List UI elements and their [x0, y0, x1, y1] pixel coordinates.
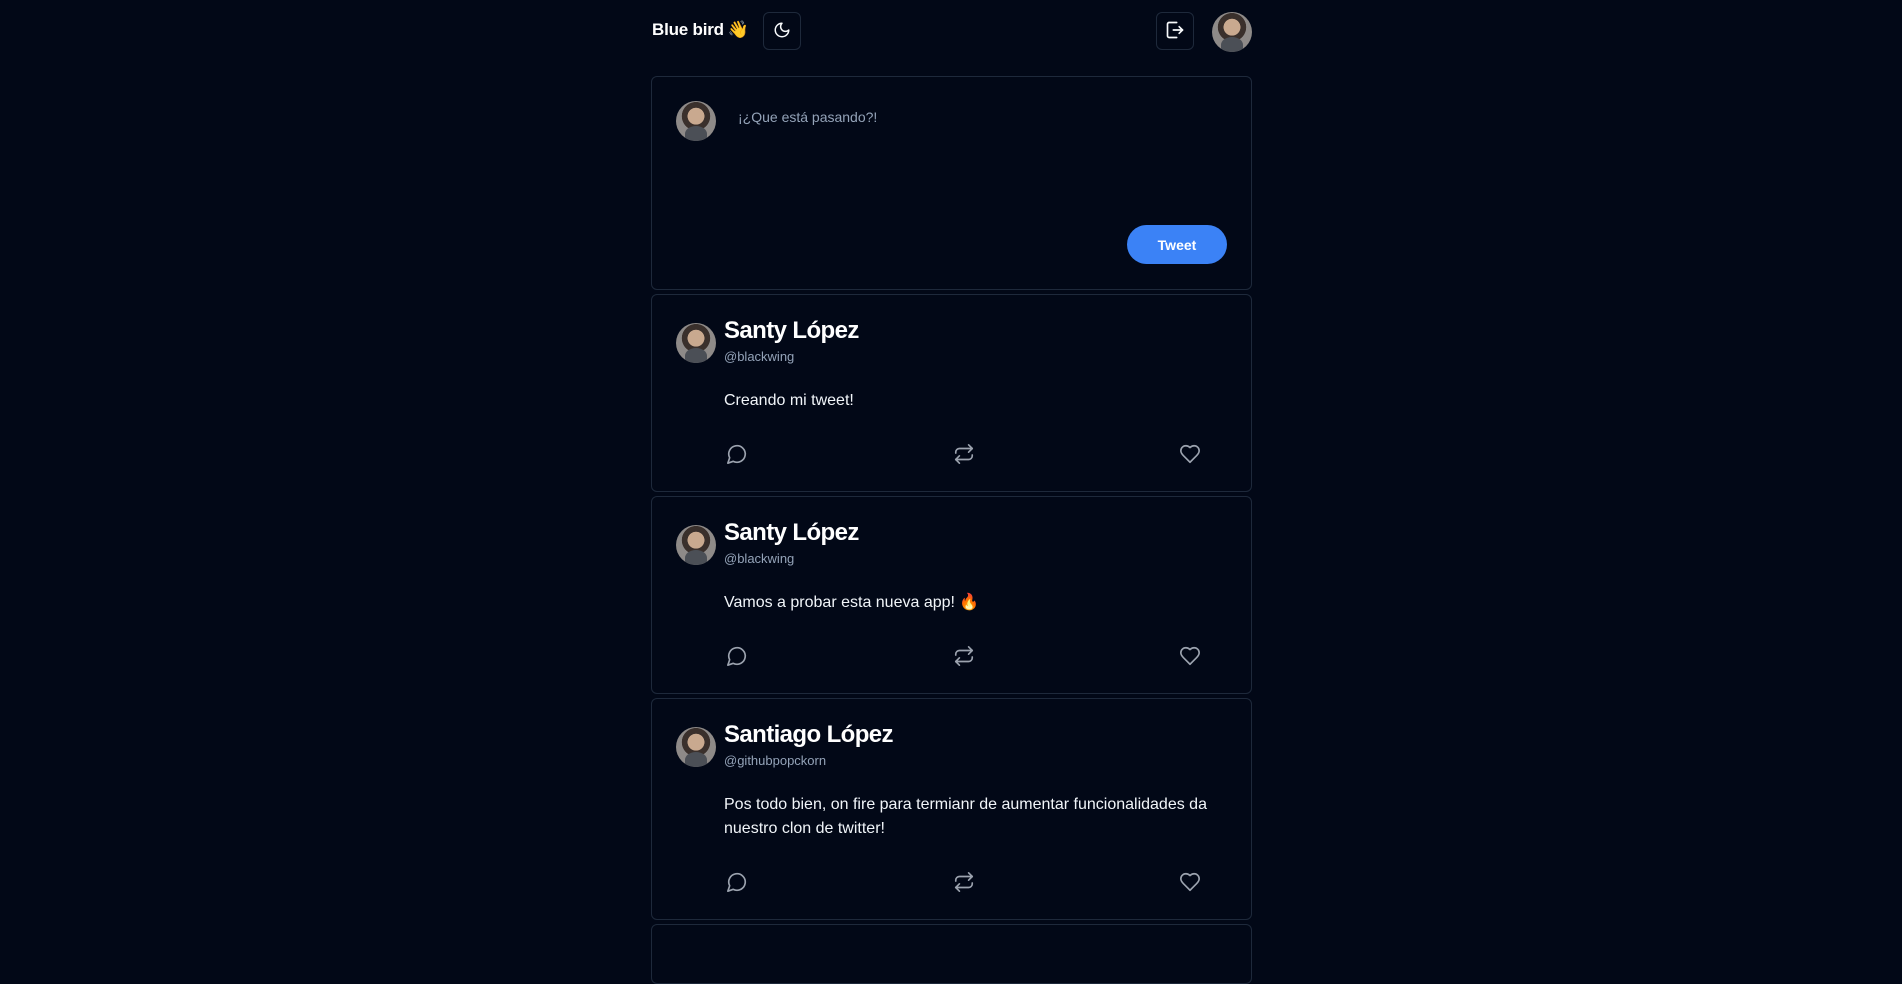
like-button[interactable] — [1177, 441, 1203, 467]
tweet-actions — [724, 869, 1203, 895]
post-avatar[interactable] — [676, 323, 716, 363]
comment-icon — [727, 646, 747, 666]
post-avatar[interactable] — [676, 525, 716, 565]
author-handle[interactable]: @githubpopckorn — [724, 753, 826, 768]
tweet-actions — [724, 441, 1203, 467]
retweet-button[interactable] — [951, 869, 977, 895]
retweet-icon — [954, 444, 974, 464]
comment-button[interactable] — [724, 869, 750, 895]
author-name[interactable]: Santiago López — [724, 721, 894, 749]
author-name[interactable]: Santy López — [724, 519, 859, 547]
like-button[interactable] — [1177, 643, 1203, 669]
comment-icon — [727, 872, 747, 892]
like-button[interactable] — [1177, 869, 1203, 895]
tweet-card-partial — [651, 924, 1252, 984]
tweet-composer: Tweet — [651, 76, 1252, 290]
logout-icon — [1165, 20, 1185, 43]
comment-button[interactable] — [724, 441, 750, 467]
tweet-card: Santy López @blackwing Vamos a probar es… — [651, 496, 1252, 694]
tweet-card: Santiago López @githubpopckorn Pos todo … — [651, 698, 1252, 920]
heart-icon — [1180, 444, 1200, 464]
heart-icon — [1180, 872, 1200, 892]
tweet-card: Santy López @blackwing Creando mi tweet! — [651, 294, 1252, 492]
top-bar: Blue bird 👋 — [651, 0, 1252, 64]
waving-hand-emoji: 👋 — [727, 20, 749, 39]
author-handle[interactable]: @blackwing — [724, 551, 794, 566]
brand[interactable]: Blue bird 👋 — [652, 20, 749, 40]
post-avatar[interactable] — [676, 727, 716, 767]
comment-button[interactable] — [724, 643, 750, 669]
retweet-button[interactable] — [951, 643, 977, 669]
retweet-icon — [954, 872, 974, 892]
app-container: Blue bird👋 Tweet Sant — [651, 0, 1252, 984]
tweet-text: Pos todo bien, on fire para termianr de … — [724, 796, 1207, 837]
author-handle[interactable]: @blackwing — [724, 349, 794, 364]
moon-icon — [773, 21, 791, 42]
retweet-icon — [954, 646, 974, 666]
author-name[interactable]: Santy López — [724, 317, 859, 345]
tweet-text: Vamos a probar esta nueva app! 🔥 — [724, 594, 980, 611]
comment-icon — [727, 444, 747, 464]
tweet-input[interactable] — [736, 107, 1220, 211]
brand-name: Blue bird — [652, 20, 724, 39]
composer-avatar — [676, 101, 716, 141]
tweet-actions — [724, 643, 1203, 669]
logout-button[interactable] — [1156, 12, 1194, 50]
tweet-button[interactable]: Tweet — [1127, 225, 1227, 264]
retweet-button[interactable] — [951, 441, 977, 467]
theme-toggle-button[interactable] — [763, 12, 801, 50]
user-avatar[interactable] — [1212, 12, 1252, 52]
tweet-text: Creando mi tweet! — [724, 392, 854, 409]
heart-icon — [1180, 646, 1200, 666]
